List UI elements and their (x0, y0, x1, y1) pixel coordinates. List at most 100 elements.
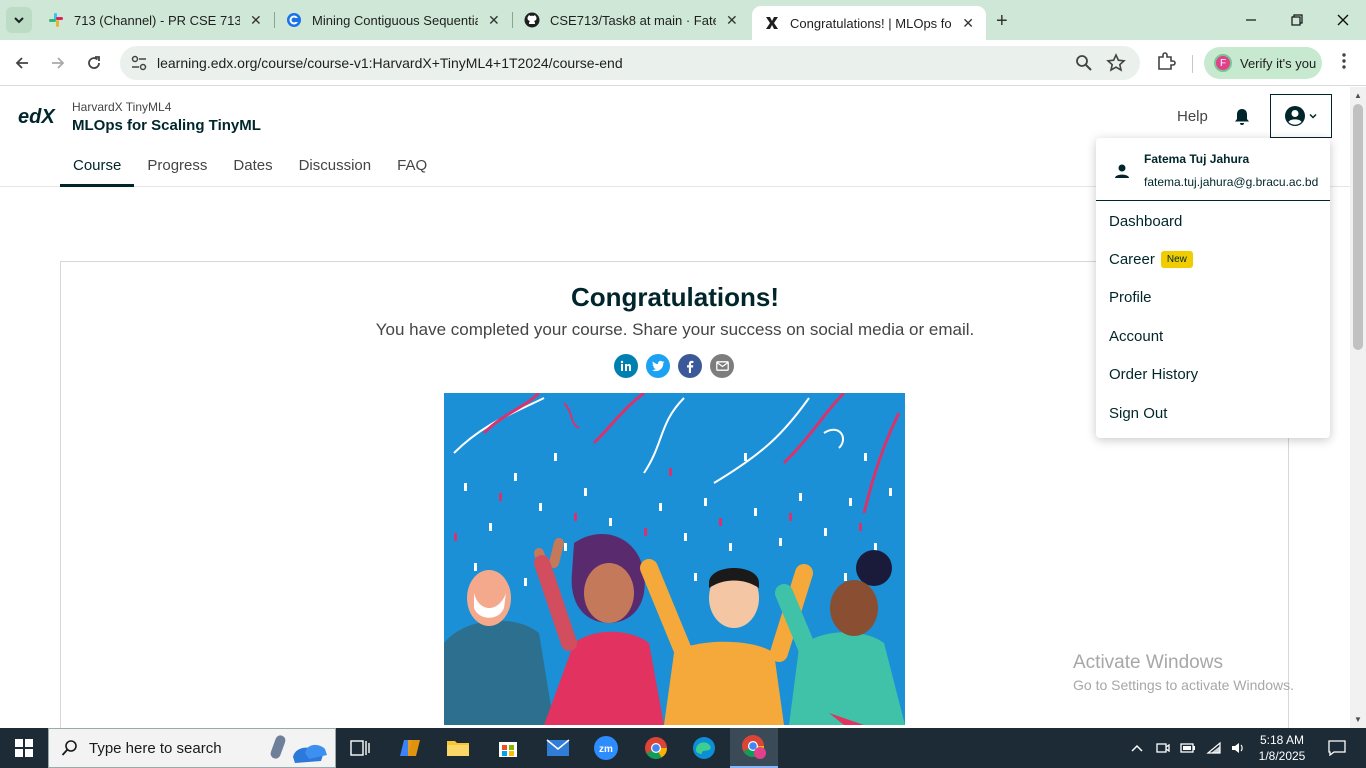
tab-discussion[interactable]: Discussion (286, 147, 385, 187)
meet-now-icon[interactable] (1156, 741, 1170, 755)
file-explorer-app[interactable] (434, 728, 482, 768)
wifi-icon[interactable] (1206, 741, 1222, 755)
web-icon (287, 13, 301, 27)
task-view-button[interactable] (336, 728, 384, 768)
chevron-up-icon[interactable] (1130, 743, 1144, 753)
menu-item-label: Sign Out (1109, 405, 1168, 422)
celebration-illustration (444, 393, 905, 725)
scroll-down-arrow-icon[interactable]: ▼ (1354, 715, 1362, 724)
restore-button[interactable] (1274, 0, 1320, 40)
chrome-icon (645, 737, 667, 759)
clock-date: 1/8/2025 (1258, 749, 1306, 763)
social-share-row (614, 354, 734, 378)
user-dropdown-menu: Fatema Tuj Jahura fatema.tuj.jahura@g.br… (1096, 138, 1330, 438)
edge-app[interactable] (680, 728, 728, 768)
volume-icon[interactable] (1230, 741, 1246, 755)
course-org: HarvardX TinyML4 (72, 100, 172, 114)
github-icon (524, 12, 540, 28)
address-bar[interactable]: learning.edx.org/course/course-v1:Harvar… (120, 46, 1140, 80)
page-title-text: Congratulations! (571, 282, 779, 312)
zoom-app[interactable]: zm (582, 728, 630, 768)
new-badge: New (1160, 251, 1193, 268)
start-button[interactable] (0, 728, 48, 768)
site-settings-icon[interactable] (130, 54, 148, 72)
url-text[interactable]: learning.edx.org/course/course-v1:Harvar… (157, 55, 623, 71)
close-icon[interactable]: ✕ (962, 15, 974, 32)
close-window-button[interactable] (1320, 0, 1366, 40)
browser-tab-slack[interactable]: 713 (Channel) - PR CSE 713 & 4 ✕ (36, 0, 274, 40)
browser-tab-edx[interactable]: Congratulations! | MLOps for Sc ✕ (752, 6, 986, 40)
minimize-icon (1246, 19, 1256, 21)
page-scrollbar[interactable]: ▲ ▼ (1350, 87, 1366, 728)
edge-icon (693, 737, 715, 759)
tab-title: 713 (Channel) - PR CSE 713 & 4 (74, 12, 240, 28)
forward-button[interactable] (46, 51, 70, 75)
zoom-icon[interactable] (1075, 54, 1093, 72)
tab-faq[interactable]: FAQ (384, 147, 440, 187)
email-share-button[interactable] (710, 354, 734, 378)
user-email: fatema.tuj.jahura@g.bracu.ac.bd (1144, 175, 1319, 189)
menu-item-account[interactable]: Account (1109, 328, 1163, 345)
help-link[interactable]: Help (1177, 108, 1208, 125)
close-icon[interactable]: ✕ (488, 12, 500, 29)
dropdown-user-header: Fatema Tuj Jahura fatema.tuj.jahura@g.br… (1096, 138, 1330, 201)
notification-icon (1328, 740, 1346, 756)
menu-item-sign-out[interactable]: Sign Out (1109, 405, 1167, 422)
taskbar-clock[interactable]: 5:18 AM 1/8/2025 (1254, 732, 1310, 764)
arrow-right-icon (52, 57, 65, 69)
edx-logo[interactable]: edX (18, 104, 60, 128)
menu-item-career[interactable]: Career New (1109, 251, 1193, 268)
bell-icon[interactable] (1233, 107, 1251, 127)
battery-icon[interactable] (1180, 742, 1196, 754)
search-placeholder: Type here to search (89, 739, 222, 757)
activate-windows-title: Activate Windows (1073, 652, 1223, 673)
bookmark-star-icon[interactable] (1106, 53, 1126, 73)
copilot-app[interactable] (386, 728, 434, 768)
menu-item-profile[interactable]: Profile (1109, 289, 1152, 306)
scroll-up-arrow-icon[interactable]: ▲ (1354, 91, 1362, 100)
minimize-button[interactable] (1228, 0, 1274, 40)
menu-item-label: Career (1109, 251, 1155, 268)
browser-tab-github[interactable]: CSE713/Task8 at main · Fatema ✕ (512, 0, 750, 40)
back-button[interactable] (10, 51, 34, 75)
zoom-app-icon: zm (594, 736, 618, 760)
course-title: MLOps for Scaling TinyML (72, 117, 261, 134)
slack-icon (49, 13, 63, 27)
tab-progress[interactable]: Progress (134, 147, 220, 187)
kebab-menu-icon[interactable] (1334, 51, 1354, 71)
mail-app[interactable] (534, 728, 582, 768)
task-view-icon (350, 740, 370, 756)
profile-avatar: F (1214, 54, 1232, 72)
close-icon[interactable]: ✕ (726, 12, 738, 29)
tab-title: Mining Contiguous Sequential P (312, 12, 478, 28)
linkedin-share-button[interactable] (614, 354, 638, 378)
user-menu-button[interactable] (1270, 94, 1332, 138)
person-icon (1115, 164, 1129, 178)
tab-course[interactable]: Course (60, 147, 135, 187)
search-highlight-icon (270, 735, 327, 763)
browser-tab-paper[interactable]: Mining Contiguous Sequential P ✕ (274, 0, 512, 40)
taskbar-search-box[interactable]: Type here to search (48, 728, 336, 768)
new-tab-button[interactable]: + (996, 10, 1008, 33)
verify-profile-button[interactable]: F Verify it's you (1204, 47, 1322, 79)
chrome-profile-app[interactable] (730, 728, 778, 768)
chrome-app[interactable] (632, 728, 680, 768)
menu-item-dashboard[interactable]: Dashboard (1109, 213, 1182, 230)
reload-button[interactable] (82, 51, 106, 75)
extensions-icon[interactable] (1156, 51, 1176, 71)
tab-search-button[interactable] (6, 7, 32, 33)
tab-dates[interactable]: Dates (220, 147, 285, 187)
twitter-share-button[interactable] (646, 354, 670, 378)
scrollbar-thumb[interactable] (1353, 104, 1363, 350)
facebook-icon (687, 360, 694, 373)
ms-store-app[interactable] (484, 728, 532, 768)
mail-icon (546, 739, 570, 756)
facebook-share-button[interactable] (678, 354, 702, 378)
toolbar-divider (1192, 55, 1193, 73)
reload-icon (88, 56, 100, 69)
notification-center-button[interactable] (1322, 728, 1352, 768)
menu-item-label: Account (1109, 328, 1164, 345)
svg-text:edX: edX (18, 106, 56, 128)
close-icon[interactable]: ✕ (250, 12, 262, 29)
menu-item-order-history[interactable]: Order History (1109, 366, 1198, 383)
